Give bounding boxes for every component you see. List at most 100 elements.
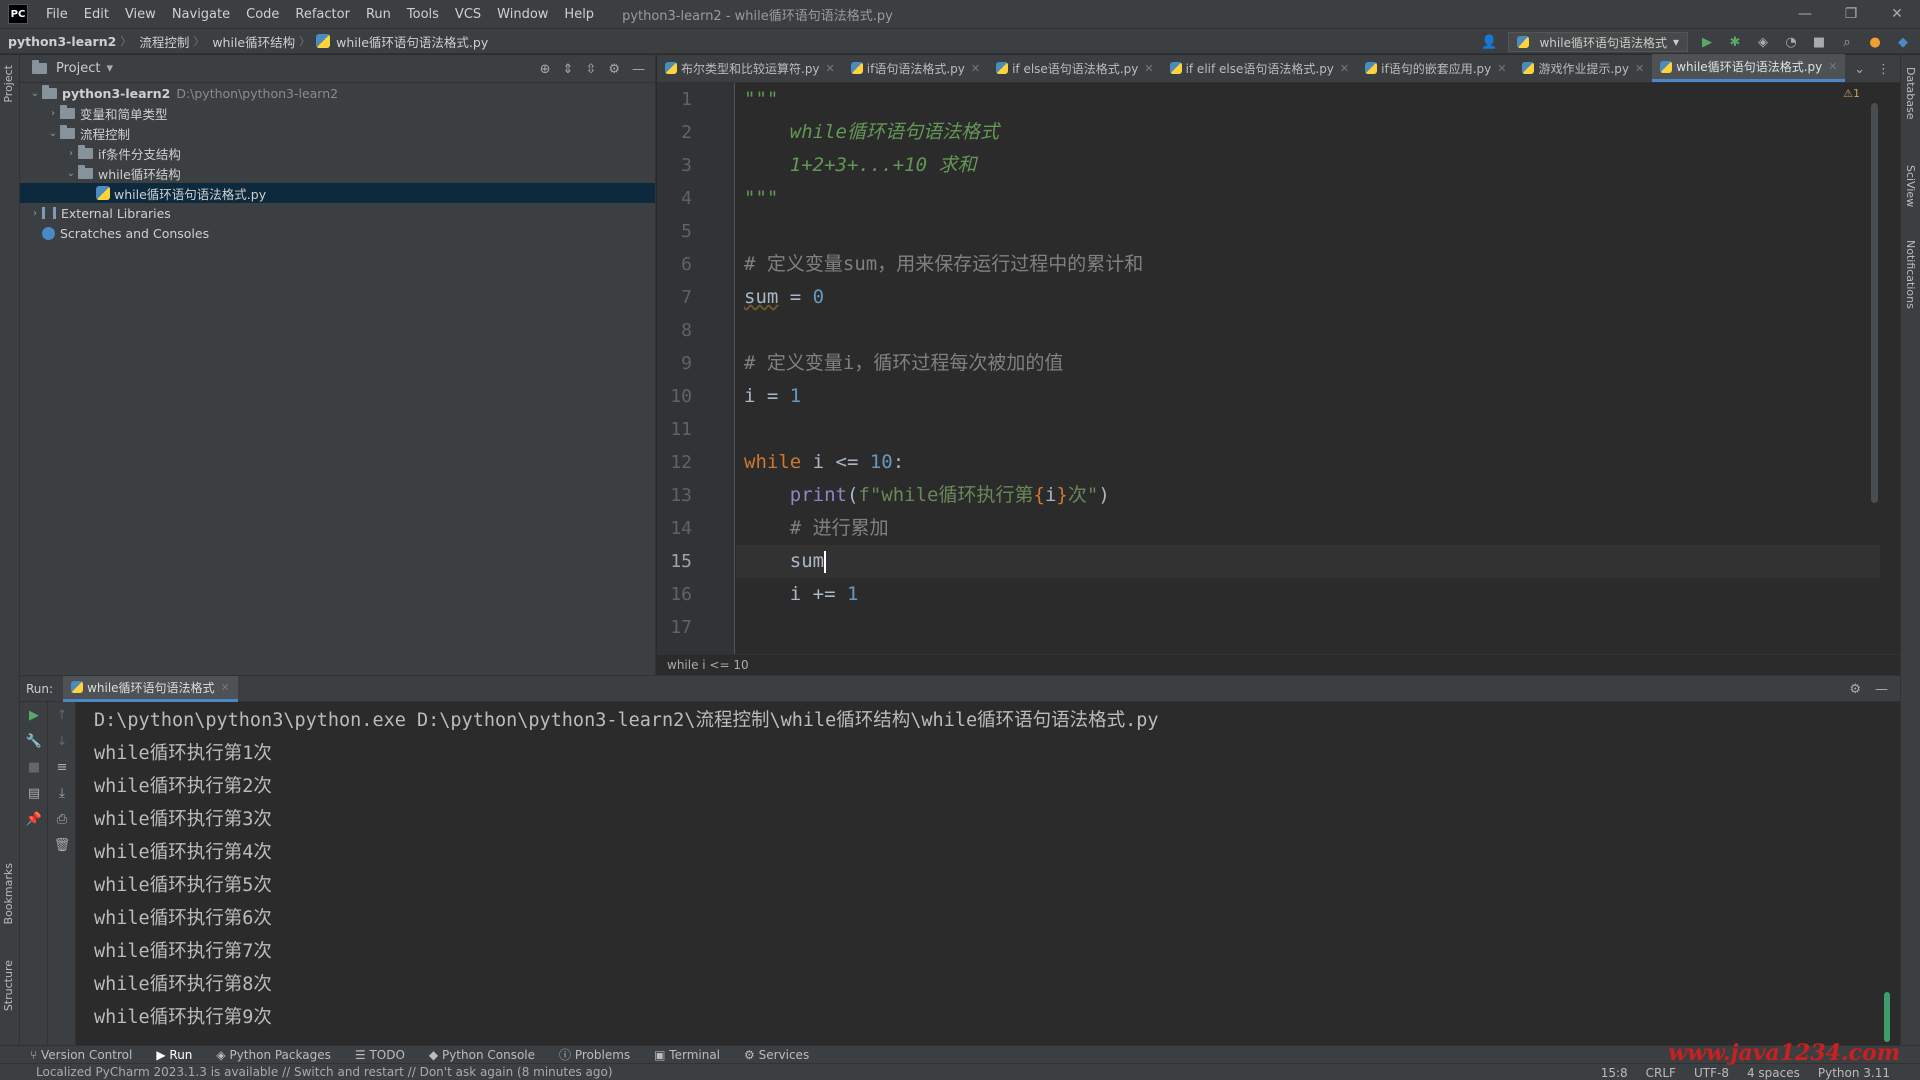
menu-tools[interactable]: Tools <box>399 7 447 22</box>
code-line[interactable]: # 进行累加 <box>736 512 1880 545</box>
breadcrumb-subfolder[interactable]: while循环结构 <box>204 32 299 51</box>
code-line[interactable]: sum <box>736 545 1880 578</box>
gear-icon[interactable]: ⚙ <box>608 62 620 77</box>
chevron-down-icon[interactable]: ⌄ <box>46 128 60 139</box>
restore-button[interactable]: ❐ <box>1828 0 1874 28</box>
menu-view[interactable]: View <box>117 7 164 22</box>
close-icon[interactable]: ✕ <box>221 681 230 694</box>
tool-tab-notifications[interactable]: Notifications <box>1904 240 1917 309</box>
soft-wrap-icon[interactable]: ≡ <box>48 754 76 780</box>
console-output[interactable]: D:\python\python3\python.exe D:\python\p… <box>76 702 1900 1046</box>
line-separator[interactable]: CRLF <box>1646 1066 1676 1080</box>
debug-icon[interactable]: ✱ <box>1726 35 1744 50</box>
tool-window-todo[interactable]: ☰ TODO <box>355 1048 405 1062</box>
code-line[interactable]: sum = 0 <box>736 281 1880 314</box>
code-line[interactable] <box>736 215 1880 248</box>
run-configuration-select[interactable]: while循环语句语法格式 ▾ <box>1508 32 1688 52</box>
code-line[interactable]: print(f"while循环执行第{i}次") <box>736 479 1880 512</box>
menu-edit[interactable]: Edit <box>76 7 117 22</box>
console-scrollbar-thumb[interactable] <box>1884 992 1890 1042</box>
arrow-up-icon[interactable]: ↑ <box>48 702 76 728</box>
code-line[interactable] <box>736 413 1880 446</box>
chevron-right-icon[interactable]: › <box>28 208 42 219</box>
minimize-button[interactable]: — <box>1782 0 1828 28</box>
close-icon[interactable]: ✕ <box>1144 62 1153 75</box>
menu-help[interactable]: Help <box>556 7 602 22</box>
menu-run[interactable]: Run <box>358 7 399 22</box>
chevron-right-icon[interactable]: › <box>64 148 78 159</box>
wrench-icon[interactable]: 🔧 <box>20 728 48 754</box>
editor-scrollbar[interactable] <box>1866 83 1880 654</box>
profile-icon[interactable]: ◔ <box>1782 35 1800 50</box>
code-line[interactable]: while i <= 10: <box>736 446 1880 479</box>
tool-tab-structure[interactable]: Structure <box>2 960 15 1011</box>
code-line[interactable]: 1+2+3+...+10 求和 <box>736 149 1880 182</box>
tool-window-run[interactable]: ▶ Run <box>156 1048 192 1062</box>
editor-tab[interactable]: if elif else语句语法格式.py ✕ <box>1162 54 1358 82</box>
status-message[interactable]: Localized PyCharm 2023.1.3 is available … <box>0 1065 613 1079</box>
code-line[interactable] <box>736 314 1880 347</box>
editor-tab[interactable]: while循环语句语法格式.py ✕ <box>1652 54 1846 82</box>
menu-refactor[interactable]: Refactor <box>287 7 358 22</box>
editor-tab[interactable]: 游戏作业提示.py ✕ <box>1514 54 1652 82</box>
tool-window-python-packages[interactable]: ◈ Python Packages <box>216 1048 330 1062</box>
close-icon[interactable]: ✕ <box>1635 62 1644 75</box>
project-panel-title[interactable]: Project <box>56 61 100 76</box>
breadcrumb-project[interactable]: python3-learn2 <box>0 34 120 49</box>
chevron-down-icon[interactable]: ⌄ <box>64 168 78 179</box>
locate-file-icon[interactable]: ⊕ <box>540 62 551 77</box>
chevron-down-icon[interactable]: ▾ <box>106 61 113 76</box>
chevron-right-icon[interactable]: › <box>46 108 60 119</box>
code-line[interactable]: # 定义变量sum，用来保存运行过程中的累计和 <box>736 248 1880 281</box>
indent-setting[interactable]: 4 spaces <box>1747 1066 1800 1080</box>
close-icon[interactable]: ✕ <box>1497 62 1506 75</box>
run-icon[interactable]: ▶ <box>1698 35 1716 50</box>
caret-position[interactable]: 15:8 <box>1601 1066 1628 1080</box>
close-icon[interactable]: ✕ <box>971 62 980 75</box>
code-editor[interactable]: """ while循环语句语法格式 1+2+3+...+10 求和 """ # 定义… <box>736 83 1880 654</box>
editor-scrollbar-thumb[interactable] <box>1871 103 1878 503</box>
tool-window-python-console[interactable]: ◆ Python Console <box>429 1048 535 1062</box>
tool-tab-sciview[interactable]: SciView <box>1904 165 1917 207</box>
layout-icon[interactable]: ▤ <box>20 780 48 806</box>
tool-window-version-control[interactable]: ⑂ Version Control <box>30 1048 132 1062</box>
stop-icon[interactable]: ■ <box>20 754 48 780</box>
stop-icon[interactable]: ■ <box>1810 35 1828 50</box>
more-options-icon[interactable]: ⋮ <box>1877 62 1890 77</box>
rerun-icon[interactable]: ▶ <box>20 702 48 728</box>
tree-item[interactable]: ⌄ 流程控制 <box>20 123 655 143</box>
tool-tab-project[interactable]: Project <box>2 65 15 103</box>
close-icon[interactable]: ✕ <box>1828 60 1837 73</box>
collapse-all-icon[interactable]: ⇳ <box>585 62 596 77</box>
code-line[interactable]: """ <box>736 182 1880 215</box>
chevron-down-icon[interactable]: ⌄ <box>28 88 42 99</box>
trash-icon[interactable]: 🗑 <box>48 832 76 858</box>
menu-vcs[interactable]: VCS <box>447 7 489 22</box>
tree-item[interactable]: Scratches and Consoles <box>20 223 655 243</box>
warning-badge[interactable]: ⚠1 <box>1843 87 1860 100</box>
menu-code[interactable]: Code <box>238 7 287 22</box>
menu-window[interactable]: Window <box>489 7 556 22</box>
close-window-button[interactable]: ✕ <box>1874 0 1920 28</box>
editor-tab[interactable]: if语句的嵌套应用.py ✕ <box>1357 54 1514 82</box>
pin-icon[interactable]: 📌 <box>20 806 48 832</box>
close-icon[interactable]: ✕ <box>826 62 835 75</box>
breadcrumb-file[interactable]: while循环语句语法格式.py <box>334 32 492 51</box>
expand-all-icon[interactable]: ⇕ <box>563 62 574 77</box>
code-breadcrumb[interactable]: while i <= 10 <box>657 654 1900 674</box>
hide-panel-icon[interactable]: — <box>632 62 645 77</box>
editor-tab[interactable]: if else语句语法格式.py ✕ <box>988 54 1161 82</box>
tool-window-terminal[interactable]: ▣ Terminal <box>654 1048 720 1062</box>
arrow-down-icon[interactable]: ↓ <box>48 728 76 754</box>
run-tab[interactable]: while循环语句语法格式 ✕ <box>63 675 238 702</box>
gear-icon[interactable]: ⚙ <box>1849 682 1861 697</box>
tool-tab-database[interactable]: Database <box>1904 67 1917 120</box>
jetbrains-icon[interactable]: ◆ <box>1894 35 1912 50</box>
chevron-down-icon[interactable]: ⌄ <box>1854 62 1865 77</box>
breadcrumb-folder[interactable]: 流程控制 <box>131 32 193 51</box>
tool-tab-bookmarks[interactable]: Bookmarks <box>2 863 15 924</box>
python-interpreter[interactable]: Python 3.11 <box>1818 1066 1890 1080</box>
tree-item[interactable]: ⌄ while循环结构 <box>20 163 655 183</box>
code-line[interactable]: while循环语句语法格式 <box>736 116 1880 149</box>
code-line[interactable]: i = 1 <box>736 380 1880 413</box>
